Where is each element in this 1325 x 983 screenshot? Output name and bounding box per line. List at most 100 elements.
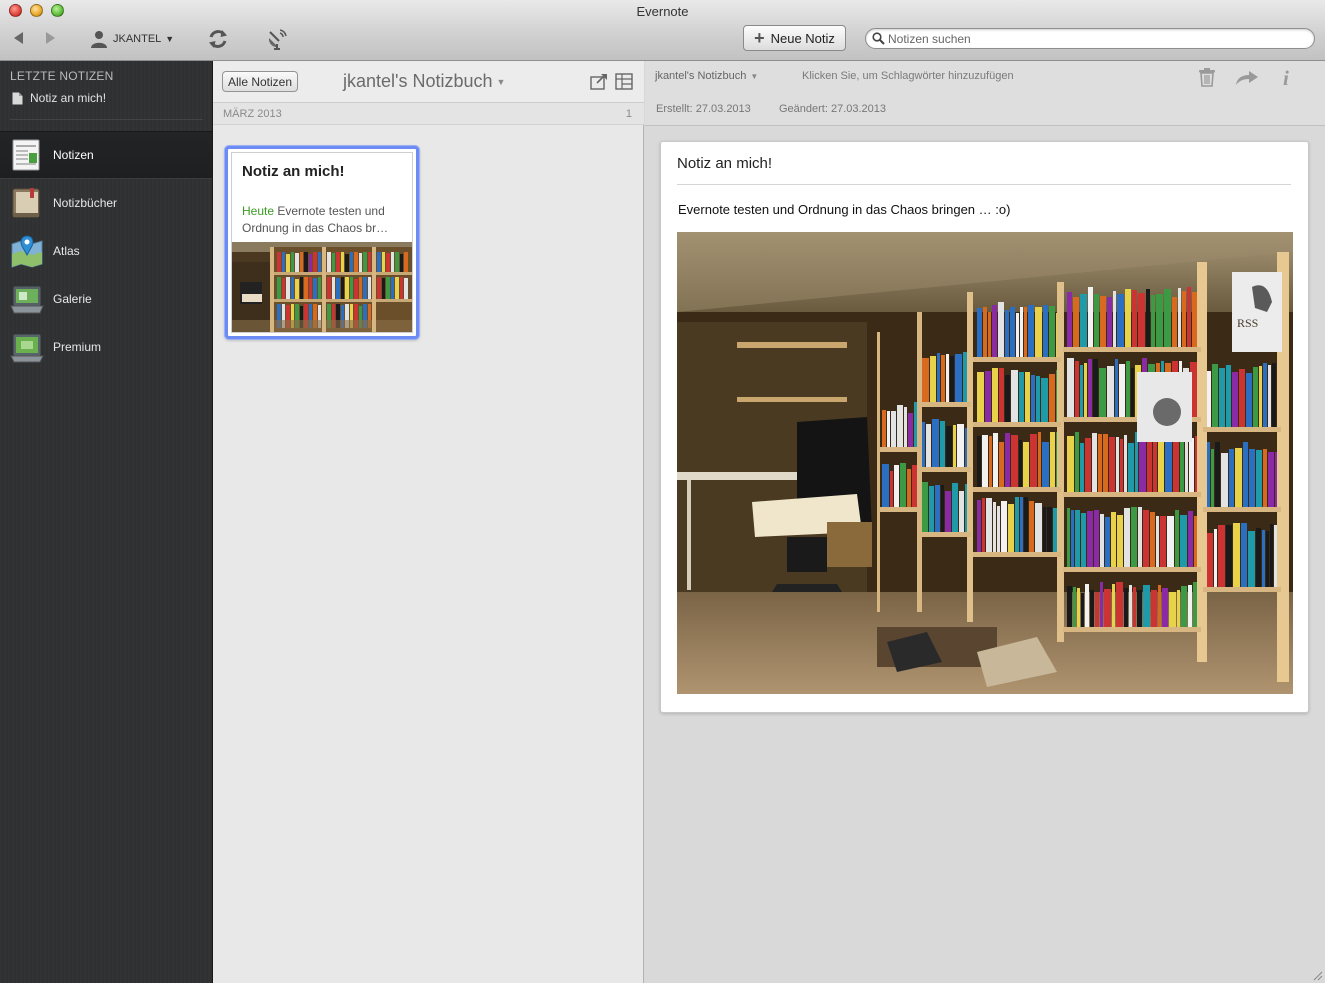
photo-book-spine xyxy=(1117,294,1124,347)
notebook-selector[interactable]: jkantel's Notizbuch ▼ xyxy=(343,71,505,92)
view-options-button[interactable] xyxy=(615,73,633,90)
photo-book-spine xyxy=(1029,501,1034,552)
sidebar-item-premium[interactable]: Premium xyxy=(0,323,212,371)
sidebar-item-atlas[interactable]: Atlas xyxy=(0,227,212,275)
new-note-button[interactable]: + Neue Notiz xyxy=(743,25,846,51)
photo-shelf-plank xyxy=(1063,492,1201,497)
photo-book-spine xyxy=(1067,436,1074,492)
photo-book-spine xyxy=(993,502,996,552)
photo-book-spine xyxy=(977,500,981,552)
sidebar-item-galerie[interactable]: Galerie xyxy=(0,275,212,323)
photo-book-spine xyxy=(1169,592,1176,627)
user-icon xyxy=(91,31,107,48)
trash-icon xyxy=(1199,68,1215,87)
photo-book-spine xyxy=(1005,375,1010,422)
photo-book-spine xyxy=(1181,586,1187,627)
sort-button[interactable] xyxy=(590,73,608,90)
photo-book-spine xyxy=(941,485,944,532)
share-button[interactable] xyxy=(1234,69,1260,87)
photo-book-spine xyxy=(1241,523,1247,587)
photo-book-spine xyxy=(1188,511,1193,567)
note-body[interactable]: Evernote testen und Ordnung in das Chaos… xyxy=(678,202,1010,217)
resize-grip-icon[interactable] xyxy=(1311,969,1323,981)
photo-book-spine xyxy=(989,436,992,487)
notes-icon xyxy=(10,138,44,172)
photo-book-spine xyxy=(1143,585,1150,627)
forward-button[interactable] xyxy=(41,29,59,47)
photo-book-spine xyxy=(1128,443,1134,492)
photo-book-spine xyxy=(1211,449,1214,507)
photo-book-spine xyxy=(950,356,954,402)
photo-book-spine xyxy=(1067,508,1070,567)
sidebar-item-notizen[interactable]: Notizen xyxy=(0,131,212,179)
photo-book-spine xyxy=(1177,590,1180,627)
delete-note-button[interactable] xyxy=(1198,67,1216,87)
photo-book-spine xyxy=(1023,442,1029,487)
photo-book-spine xyxy=(1263,363,1267,427)
back-button[interactable] xyxy=(10,29,28,47)
photo-book-spine xyxy=(1077,588,1080,627)
photo-book-spine xyxy=(1275,452,1277,507)
photo-book-spine xyxy=(900,463,906,507)
photo-book-spine xyxy=(1119,364,1125,417)
photo-book-spine xyxy=(1116,582,1123,627)
photo-book-spine xyxy=(1187,287,1191,347)
photo-book-spine xyxy=(894,465,899,507)
photo-book-spine xyxy=(941,355,945,402)
photo-book-spine xyxy=(922,422,925,467)
photo-book-spine xyxy=(999,368,1004,422)
note-content[interactable]: Notiz an mich! Evernote testen und Ordnu… xyxy=(660,141,1309,713)
photo-book-spine xyxy=(1019,372,1024,422)
sidebar-item-notizbuecher[interactable]: Notizbücher xyxy=(0,179,212,227)
photo-book-spine xyxy=(1151,295,1155,347)
photo-book-spine xyxy=(1042,442,1049,487)
note-notebook-selector[interactable]: jkantel's Notizbuch ▼ xyxy=(655,70,758,82)
photo-book-spine xyxy=(1194,516,1197,567)
photo-book-spine xyxy=(882,410,886,447)
location-button[interactable] xyxy=(264,26,290,52)
title-bar: Evernote JKANTEL ▼ + Neue Notiz Notizen … xyxy=(0,0,1325,61)
photo-shelf-plank xyxy=(1063,347,1201,352)
search-input[interactable] xyxy=(888,31,1308,46)
photo-book-spine xyxy=(1011,435,1018,487)
sync-button[interactable] xyxy=(205,26,231,52)
sidebar-item-label: Atlas xyxy=(53,244,80,258)
photo-book-spine xyxy=(1099,368,1106,417)
photo-book-spine xyxy=(1075,361,1079,417)
photo-book-spine xyxy=(1207,371,1211,427)
photo-book-spine xyxy=(1253,367,1258,427)
photo-book-spine xyxy=(1036,376,1040,422)
account-name: JKANTEL xyxy=(113,33,162,45)
photo-book-spine xyxy=(965,428,967,467)
photo-book-spine xyxy=(1153,439,1157,492)
tags-field[interactable]: Klicken Sie, um Schlagwörter hinzuzufüge… xyxy=(802,70,1014,82)
photo-book-spine xyxy=(1124,588,1128,627)
photo-book-spine xyxy=(1160,516,1166,567)
photo-book-spine xyxy=(1172,297,1177,347)
photo-book-spine xyxy=(1005,310,1009,357)
photo-book-spine xyxy=(1067,292,1072,347)
account-menu[interactable]: JKANTEL ▼ xyxy=(89,28,174,50)
photo-book-spine xyxy=(1093,359,1098,417)
photo-book-spine xyxy=(1016,313,1019,357)
search-field[interactable] xyxy=(865,28,1315,49)
info-icon[interactable]: i xyxy=(1283,66,1289,91)
photo-book-spine xyxy=(1215,442,1220,507)
note-card[interactable]: Notiz an mich! Heute Evernote testen und… xyxy=(225,146,419,339)
recent-note-item[interactable]: Notiz an mich! xyxy=(12,91,106,105)
photo-book-spine xyxy=(1212,364,1218,427)
photo-book-spine xyxy=(922,482,928,532)
created-date: Erstellt: 27.03.2013 xyxy=(656,103,751,115)
photo-book-spine xyxy=(1189,438,1194,492)
photo-book-spine xyxy=(897,405,903,447)
photo-book-spine xyxy=(1031,375,1035,422)
photo-book-spine xyxy=(1221,453,1228,507)
photo-book-spine xyxy=(983,307,987,357)
photo-book-spine xyxy=(1067,358,1074,417)
photo-book-spine xyxy=(907,469,911,507)
all-notes-button[interactable]: Alle Notizen xyxy=(222,71,299,92)
photo-book-spine xyxy=(1268,365,1271,427)
photo-book-spine xyxy=(957,424,964,467)
note-title[interactable]: Notiz an mich! xyxy=(677,155,772,172)
photo-book-spine xyxy=(1028,305,1034,357)
